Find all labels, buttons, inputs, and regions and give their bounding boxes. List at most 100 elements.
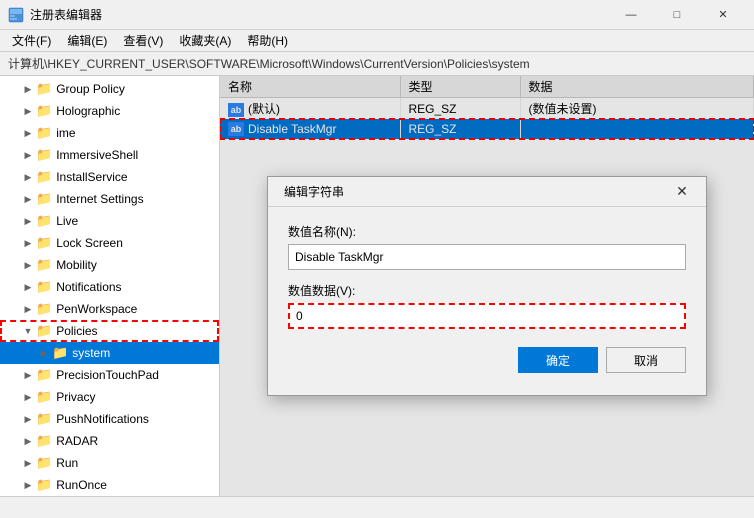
tree-item-label: Group Policy xyxy=(56,82,125,96)
tree-item-pushnotifications[interactable]: ▶📁 PushNotifications xyxy=(0,408,219,430)
tree-item-label: RADAR xyxy=(56,434,98,448)
folder-icon: 📁 xyxy=(36,389,52,405)
tree-item-internet-settings[interactable]: ▶📁 Internet Settings xyxy=(0,188,219,210)
expand-icon: ▶ xyxy=(20,216,36,227)
tree-item-label: PushNotifications xyxy=(56,412,149,426)
tree-item-live[interactable]: ▶📁 Live xyxy=(0,210,219,232)
tree-item-label: Notifications xyxy=(56,280,121,294)
folder-icon: 📁 xyxy=(36,235,52,251)
expand-icon: ▶ xyxy=(20,304,36,315)
tree-item-policies[interactable]: ▼📁 Policies xyxy=(0,320,219,342)
tree-item-label: Internet Settings xyxy=(56,192,143,206)
address-bar: 计算机\HKEY_CURRENT_USER\SOFTWARE\Microsoft… xyxy=(0,52,754,76)
folder-icon: 📁 xyxy=(36,191,52,207)
folder-icon: 📁 xyxy=(36,455,52,471)
dialog-title-bar: 编辑字符串 ✕ xyxy=(268,177,706,207)
tree-item-mobility[interactable]: ▶📁 Mobility xyxy=(0,254,219,276)
expand-icon: ▶ xyxy=(20,84,36,95)
maximize-button[interactable]: □ xyxy=(654,0,700,30)
tree-item-precisiontouchpad[interactable]: ▶📁 PrecisionTouchPad xyxy=(0,364,219,386)
tree-item-notifications[interactable]: ▶📁 Notifications xyxy=(0,276,219,298)
expand-icon: ▶ xyxy=(20,238,36,249)
name-input[interactable] xyxy=(288,244,686,270)
folder-icon: 📁 xyxy=(36,323,52,339)
folder-icon: 📁 xyxy=(36,213,52,229)
tree-item-run[interactable]: ▶📁 Run xyxy=(0,452,219,474)
expand-icon: ▶ xyxy=(20,480,36,491)
tree-item-label: PrecisionTouchPad xyxy=(56,368,159,382)
menu-item-文件(F)[interactable]: 文件(F) xyxy=(4,30,59,52)
window-controls: — □ ✕ xyxy=(608,0,746,30)
tree-item-holographic[interactable]: ▶📁Holographic xyxy=(0,100,219,122)
menu-item-查看(V)[interactable]: 查看(V) xyxy=(115,30,171,52)
dialog-overlay: 编辑字符串 ✕ 数值名称(N): 数值数据(V): 确定 取消 xyxy=(220,76,754,496)
folder-icon: 📁 xyxy=(36,147,52,163)
dialog-buttons: 确定 取消 xyxy=(288,347,686,373)
dialog-title: 编辑字符串 xyxy=(284,183,344,200)
expand-icon: ▶ xyxy=(20,458,36,469)
value-input[interactable] xyxy=(288,303,686,329)
expand-icon: ▶ xyxy=(20,128,36,139)
expand-icon: ▶ xyxy=(20,414,36,425)
folder-icon: 📁 xyxy=(36,279,52,295)
tree-item-lock-screen[interactable]: ▶📁 Lock Screen xyxy=(0,232,219,254)
folder-icon: 📁 xyxy=(36,477,52,493)
menu-bar: 文件(F)编辑(E)查看(V)收藏夹(A)帮助(H) xyxy=(0,30,754,52)
expand-icon: ▶ xyxy=(20,392,36,403)
tree-item-label: Live xyxy=(56,214,78,228)
tree-item-label: Privacy xyxy=(56,390,95,404)
ok-button[interactable]: 确定 xyxy=(518,347,598,373)
tree-item-radar[interactable]: ▶📁RADAR xyxy=(0,430,219,452)
status-bar xyxy=(0,496,754,518)
tree-item-label: Policies xyxy=(56,324,97,338)
tree-item-label: system xyxy=(72,346,110,360)
folder-icon: 📁 xyxy=(36,433,52,449)
value-field-label: 数值数据(V): xyxy=(288,282,686,299)
main-area: ▶📁Group Policy▶📁Holographic▶📁ime▶📁Immers… xyxy=(0,76,754,496)
window-title: 注册表编辑器 xyxy=(30,6,102,23)
tree-item-ime[interactable]: ▶📁 ime xyxy=(0,122,219,144)
expand-icon: ▼ xyxy=(20,326,36,336)
tree-item-label: Mobility xyxy=(56,258,97,272)
close-button[interactable]: ✕ xyxy=(700,0,746,30)
expand-icon: ▶ xyxy=(20,370,36,381)
tree-item-group-policy[interactable]: ▶📁 Group Policy xyxy=(0,78,219,100)
expand-icon: ▶ xyxy=(20,172,36,183)
tree-item-system[interactable]: ▶📁system xyxy=(0,342,219,364)
tree-item-label: ImmersiveShell xyxy=(56,148,138,162)
tree-item-runonce[interactable]: ▶📁 RunOnce xyxy=(0,474,219,496)
expand-icon: ▶ xyxy=(20,194,36,205)
tree-item-label: Holographic xyxy=(56,104,120,118)
folder-icon: 📁 xyxy=(36,257,52,273)
folder-icon: 📁 xyxy=(36,81,52,97)
folder-icon: 📁 xyxy=(36,125,52,141)
right-panel: 名称 类型 数据 ab(默认)REG_SZ(数值未设置)abDisable Ta… xyxy=(220,76,754,496)
cancel-button[interactable]: 取消 xyxy=(606,347,686,373)
minimize-button[interactable]: — xyxy=(608,0,654,30)
menu-item-编辑(E)[interactable]: 编辑(E) xyxy=(59,30,115,52)
menu-item-收藏夹(A)[interactable]: 收藏夹(A) xyxy=(171,30,239,52)
edit-string-dialog: 编辑字符串 ✕ 数值名称(N): 数值数据(V): 确定 取消 xyxy=(267,176,707,396)
tree-item-label: InstallService xyxy=(56,170,127,184)
expand-icon: ▶ xyxy=(20,260,36,271)
dialog-close-button[interactable]: ✕ xyxy=(670,180,694,204)
tree-item-immersiveshell[interactable]: ▶📁ImmersiveShell xyxy=(0,144,219,166)
folder-icon: 📁 xyxy=(36,367,52,383)
dialog-body: 数值名称(N): 数值数据(V): 确定 取消 xyxy=(268,207,706,385)
folder-icon: 📁 xyxy=(36,169,52,185)
tree-item-label: PenWorkspace xyxy=(56,302,137,316)
address-label: 计算机\HKEY_CURRENT_USER\SOFTWARE\Microsoft… xyxy=(8,55,530,72)
tree-item-privacy[interactable]: ▶📁 Privacy xyxy=(0,386,219,408)
tree-item-installservice[interactable]: ▶📁 InstallService xyxy=(0,166,219,188)
tree-panel[interactable]: ▶📁Group Policy▶📁Holographic▶📁ime▶📁Immers… xyxy=(0,76,220,496)
expand-icon: ▶ xyxy=(20,282,36,293)
tree-item-label: Run xyxy=(56,456,78,470)
tree-item-label: ime xyxy=(56,126,75,140)
title-bar-left: 注册表编辑器 xyxy=(8,6,102,23)
menu-item-帮助(H)[interactable]: 帮助(H) xyxy=(239,30,296,52)
folder-icon: 📁 xyxy=(36,411,52,427)
tree-item-label: Lock Screen xyxy=(56,236,123,250)
tree-item-label: RunOnce xyxy=(56,478,107,492)
folder-icon: 📁 xyxy=(36,301,52,317)
tree-item-penworkspace[interactable]: ▶📁 PenWorkspace xyxy=(0,298,219,320)
